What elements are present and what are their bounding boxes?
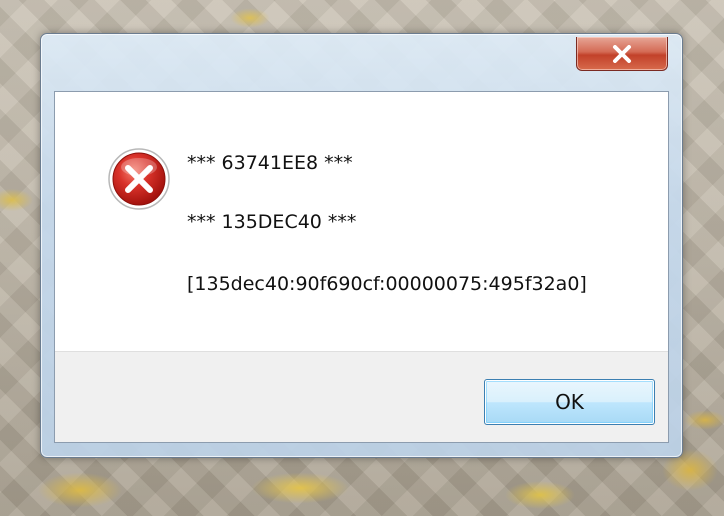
button-bar: OK bbox=[55, 351, 668, 442]
error-message-line-1: *** 63741EE8 *** bbox=[187, 152, 353, 174]
dialog-client-area: *** 63741EE8 *** *** 135DEC40 *** [135de… bbox=[54, 91, 669, 443]
message-area: *** 63741EE8 *** *** 135DEC40 *** [135de… bbox=[55, 92, 668, 351]
error-message-line-3: [135dec40:90f690cf:00000075:495f32a0] bbox=[187, 273, 587, 295]
ok-button[interactable]: OK bbox=[484, 379, 655, 425]
error-message-line-2: *** 135DEC40 *** bbox=[187, 211, 357, 233]
error-dialog-window: *** 63741EE8 *** *** 135DEC40 *** [135de… bbox=[40, 33, 683, 458]
error-x-icon bbox=[107, 147, 171, 211]
close-x-icon bbox=[611, 44, 633, 63]
close-button[interactable] bbox=[576, 37, 668, 71]
